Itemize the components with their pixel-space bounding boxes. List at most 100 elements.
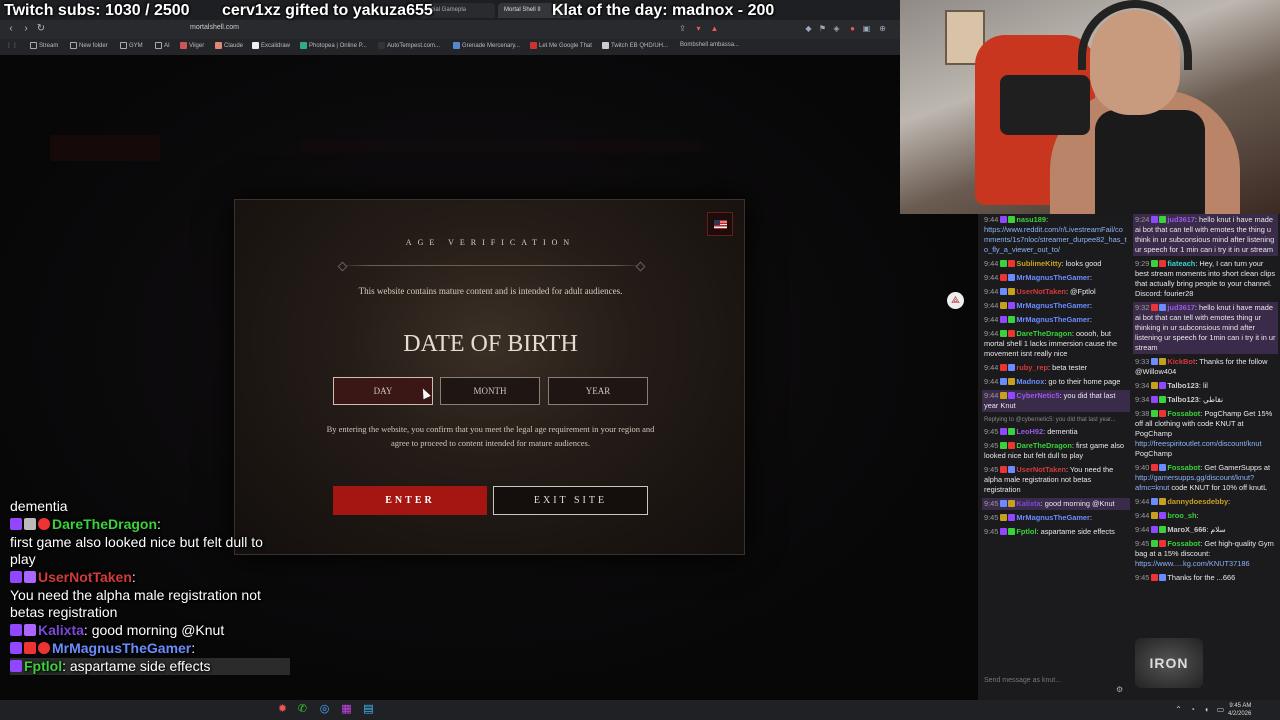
month-field[interactable]: MONTH bbox=[440, 377, 540, 405]
chat-username[interactable]: Fptlol bbox=[1016, 527, 1036, 536]
chat-message[interactable]: 9:44 DareTheDragon: ooooh, but mortal she… bbox=[982, 328, 1130, 360]
day-field[interactable]: DAY bbox=[333, 377, 433, 405]
chat-message[interactable]: 9:45 Kalixta: good morning @Knut bbox=[982, 498, 1130, 510]
chat-message[interactable]: 9:45 LeoH92: dementia bbox=[982, 426, 1130, 438]
chat-username[interactable]: Fossabot bbox=[1167, 539, 1200, 548]
chat-message[interactable]: 9:44 ruby_rep: beta tester bbox=[982, 362, 1130, 374]
app-icon[interactable]: ▤ bbox=[362, 703, 375, 716]
chat-message[interactable]: 9:34 Talbo123: نقاطي bbox=[1133, 394, 1278, 406]
chat-username[interactable]: Fossabot bbox=[1167, 409, 1200, 418]
chat-message[interactable]: 9:45 Fossabot: Get high-quality Gym bag a… bbox=[1133, 538, 1278, 570]
chat-message[interactable]: 9:29 fiateach: Hey, I can turn your best … bbox=[1133, 258, 1278, 300]
forward-icon[interactable]: › bbox=[20, 23, 32, 35]
chat-username[interactable]: MrMagnusTheGamer bbox=[1016, 301, 1090, 310]
share-icon[interactable]: ⇪ bbox=[678, 24, 687, 33]
rewards-icon[interactable]: ▲ bbox=[710, 24, 719, 33]
bookmark[interactable]: AutoTempest.com... bbox=[378, 42, 440, 49]
chat-message[interactable]: 9:44 MaroX_666: سلام bbox=[1133, 524, 1278, 536]
whatsapp-icon[interactable]: ✆ bbox=[296, 703, 309, 716]
chat-username[interactable]: Talbo123 bbox=[1167, 395, 1199, 404]
chat-message[interactable]: 9:45 Thanks for the ...666 bbox=[1133, 572, 1278, 584]
language-selector[interactable] bbox=[707, 212, 733, 236]
bookmark[interactable]: Let Me Google That bbox=[530, 42, 592, 49]
chat-message[interactable]: 9:45 DareTheDragon: first game also looke… bbox=[982, 440, 1130, 462]
extension-icon[interactable]: ● bbox=[848, 24, 857, 33]
bookmark[interactable]: Stream bbox=[30, 42, 58, 49]
volume-icon[interactable]: ◖ bbox=[1200, 703, 1213, 716]
chat-message[interactable]: 9:34 Talbo123: lil bbox=[1133, 380, 1278, 392]
chat-message[interactable]: 9:44 Madnox: go to their home page bbox=[982, 376, 1130, 388]
chat-message[interactable]: 9:44 nasu189: https://www.reddit.com/r/Li… bbox=[982, 214, 1130, 256]
chat-username[interactable]: jud3617 bbox=[1167, 303, 1195, 312]
bookmark[interactable]: Grenade Mercenary... bbox=[453, 42, 520, 49]
chat-message[interactable]: 9:40 Fossabot: Get GamerSupps at http://g… bbox=[1133, 462, 1278, 494]
chat-message[interactable]: 9:32 jud3617: hello knut i have made ai b… bbox=[1133, 302, 1278, 354]
chat-link[interactable]: https://www.....kg.com/KNUT37186 bbox=[1135, 559, 1250, 568]
back-icon[interactable]: ‹ bbox=[5, 23, 17, 35]
chat-message[interactable]: 9:44 broo_sh: bbox=[1133, 510, 1278, 522]
chat-message[interactable]: 9:44 MrMagnusTheGamer: bbox=[982, 314, 1130, 326]
chat-message[interactable]: 9:44 MrMagnusTheGamer: bbox=[982, 272, 1130, 284]
chat-message[interactable]: 9:44 SublimeKitty: looks good bbox=[982, 258, 1130, 270]
chat-username[interactable]: LeoH92 bbox=[1016, 427, 1043, 436]
chat-username[interactable]: ruby_rep bbox=[1016, 363, 1048, 372]
enter-button[interactable]: ENTER bbox=[333, 486, 487, 515]
chat-username[interactable]: UserNotTaken bbox=[1016, 465, 1066, 474]
chat-username[interactable]: MrMagnusTheGamer bbox=[1016, 513, 1090, 522]
app-icon[interactable]: ▦ bbox=[340, 703, 353, 716]
chrome-icon[interactable]: ◎ bbox=[318, 703, 331, 716]
extension-icon[interactable]: ⊕ bbox=[878, 24, 887, 33]
bookmark[interactable]: Photopea | Online P... bbox=[300, 42, 367, 49]
chat-username[interactable]: CyberNetic5 bbox=[1016, 391, 1059, 400]
chat-username[interactable]: dannydoesdebby bbox=[1167, 497, 1228, 506]
chat-username[interactable]: Fossabot bbox=[1167, 463, 1200, 472]
chat-username[interactable]: MrMagnusTheGamer bbox=[1016, 315, 1090, 324]
bookmark[interactable]: GYM bbox=[120, 42, 143, 49]
chat-username[interactable]: DareTheDragon bbox=[1016, 329, 1071, 338]
apps-icon[interactable]: ⋮⋮ bbox=[6, 42, 18, 49]
bookmark[interactable]: Viiger bbox=[180, 42, 204, 49]
chat-username[interactable]: MrMagnusTheGamer bbox=[1016, 273, 1090, 282]
chat-username[interactable]: SublimeKitty bbox=[1016, 259, 1061, 268]
chat-message[interactable]: 9:45 MrMagnusTheGamer: bbox=[982, 512, 1130, 524]
chat-username[interactable]: Madnox bbox=[1016, 377, 1044, 386]
chat-message[interactable]: 9:44 UserNotTaken: @Fptlol bbox=[982, 286, 1130, 298]
reload-icon[interactable]: ↻ bbox=[35, 23, 47, 35]
bookmark[interactable]: New folder bbox=[70, 42, 108, 49]
chat-message[interactable]: 9:38 Fossabot: PogChamp Get 15% off all c… bbox=[1133, 408, 1278, 460]
tray-chevron-icon[interactable]: ⌃ bbox=[1172, 703, 1185, 716]
chat-message[interactable]: 9:44 dannydoesdebby: bbox=[1133, 496, 1278, 508]
chat-link[interactable]: http://freespiritoutlet.com/discount/knu… bbox=[1135, 439, 1262, 448]
extension-icon[interactable]: ◈ bbox=[832, 24, 841, 33]
extension-icon[interactable]: ▣ bbox=[862, 24, 871, 33]
chat-username[interactable]: jud3617 bbox=[1167, 215, 1195, 224]
chat-link[interactable]: https://www.reddit.com/r/LivestreamFail/… bbox=[984, 225, 1127, 254]
system-clock[interactable]: 9:45 AM 4/2/2026 bbox=[1228, 702, 1251, 718]
bookmark[interactable]: AI bbox=[155, 42, 170, 49]
brave-shield-icon[interactable]: ▾ bbox=[694, 24, 703, 33]
chat-username[interactable]: KickBot bbox=[1167, 357, 1195, 366]
chat-message[interactable]: 9:45 Fptlol: aspartame side effects bbox=[982, 526, 1130, 538]
chat-username[interactable]: MaroX_666 bbox=[1167, 525, 1206, 534]
chat-message[interactable]: 9:44 MrMagnusTheGamer: bbox=[982, 300, 1130, 312]
chat-username[interactable]: nasu189 bbox=[1016, 215, 1046, 224]
app-icon[interactable]: ✹ bbox=[276, 703, 289, 716]
battery-icon[interactable]: ▭ bbox=[1214, 703, 1227, 716]
extension-icon[interactable]: ⚑ bbox=[818, 24, 827, 33]
chat-username[interactable]: broo_sh bbox=[1167, 511, 1196, 520]
chat-message[interactable]: 9:33 KickBot: Thanks for the follow @Will… bbox=[1133, 356, 1278, 378]
chat-message[interactable]: 9:45 UserNotTaken: You need the alpha mal… bbox=[982, 464, 1130, 496]
wifi-icon[interactable]: ◔ bbox=[1186, 703, 1199, 716]
bookmark[interactable]: Bombshell ambassa... bbox=[680, 42, 739, 48]
chat-username[interactable]: Talbo123 bbox=[1167, 381, 1199, 390]
chat-input[interactable]: Send message as knut... bbox=[980, 674, 1130, 688]
url-input[interactable]: mortalshell.com bbox=[190, 24, 239, 31]
bookmark[interactable]: Claude bbox=[215, 42, 243, 49]
bookmark[interactable]: Twitch EB QHD/UH... bbox=[602, 42, 668, 49]
chat-username[interactable]: UserNotTaken bbox=[1016, 287, 1066, 296]
extension-icon[interactable]: ◆ bbox=[804, 24, 813, 33]
bookmark[interactable]: Excalidraw bbox=[252, 42, 290, 49]
chat-username[interactable]: Kalixta bbox=[1016, 499, 1040, 508]
exit-site-button[interactable]: EXIT SITE bbox=[493, 486, 648, 515]
chat-message[interactable]: 9:44 CyberNetic5: you did that last year … bbox=[982, 390, 1130, 412]
